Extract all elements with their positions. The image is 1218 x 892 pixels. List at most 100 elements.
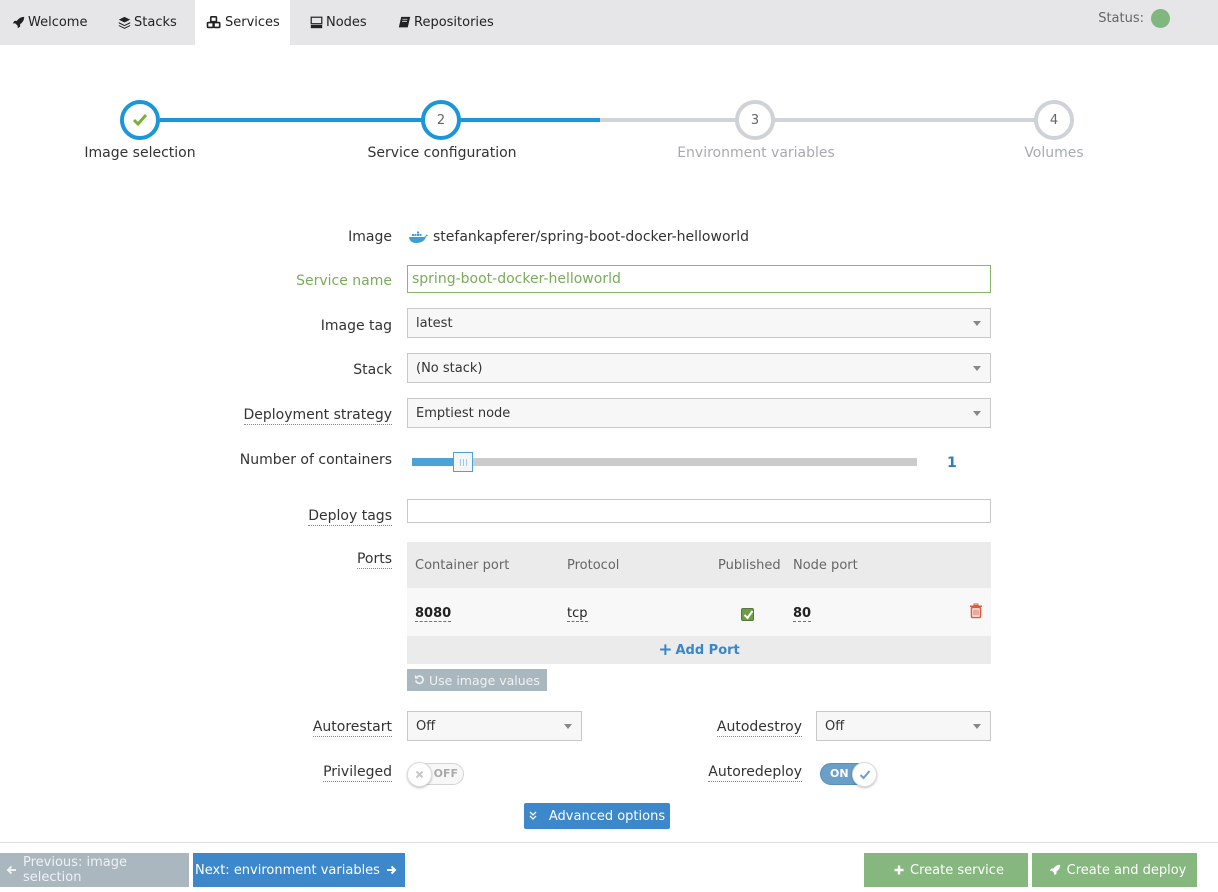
autoredeploy-toggle[interactable]: ON [820, 762, 877, 787]
autodestroy-value: Off [825, 718, 845, 734]
wizard-step-label: Volumes [1024, 145, 1084, 161]
step-number: 2 [436, 112, 446, 128]
check-icon [743, 610, 754, 620]
autodestroy-label: Autodestroy [716, 719, 802, 737]
column-header: Node port [793, 558, 858, 573]
plus-icon [894, 865, 904, 875]
wizard-step-label: Service configuration [367, 145, 517, 161]
toggle-knob [852, 762, 877, 787]
rocket-icon [1049, 864, 1061, 876]
add-port-button[interactable]: + Add Port [407, 636, 991, 664]
service-name-label: Service name [296, 273, 392, 289]
toggle-state: OFF [433, 767, 458, 780]
create-and-deploy-label: Create and deploy [1066, 862, 1187, 878]
image-tag-select[interactable]: latest [407, 308, 991, 338]
autorestart-label: Autorestart [312, 719, 392, 737]
toggle-knob [407, 762, 432, 787]
image-tag-label: Image tag [320, 318, 392, 334]
previous-button[interactable]: Previous: image selection [0, 853, 189, 887]
chevron-down-icon [973, 366, 981, 371]
toggle-state: ON [830, 767, 849, 780]
tab-label: Welcome [28, 15, 88, 30]
ports-label: Ports [356, 551, 392, 569]
deployment-strategy-label: Deployment strategy [243, 407, 392, 425]
deployment-strategy-label-text: Deployment strategy [243, 407, 392, 425]
chevron-down-icon [973, 411, 981, 416]
tab-label: Repositories [414, 15, 494, 30]
wizard-step-1[interactable] [120, 100, 160, 140]
autoredeploy-label-text: Autoredeploy [708, 764, 802, 782]
wizard-step-label: Image selection [84, 145, 196, 161]
containers-slider-handle[interactable] [453, 452, 473, 472]
table-row: 8080 tcp 80 [407, 588, 991, 636]
docker-icon [409, 231, 428, 243]
create-and-deploy-button[interactable]: Create and deploy [1032, 853, 1197, 887]
stack-value: (No stack) [416, 360, 483, 376]
double-chevron-down-icon [529, 810, 537, 823]
chevron-down-icon [564, 724, 572, 729]
deploy-tags-label-text: Deploy tags [308, 508, 392, 526]
use-image-values-button[interactable]: Use image values [407, 669, 547, 691]
stack-label: Stack [353, 362, 392, 378]
status-label: Status: [1098, 11, 1144, 26]
wizard-remaining-line [600, 118, 1035, 122]
use-image-values-label: Use image values [429, 672, 540, 688]
wizard-step-3: 3 [735, 100, 775, 140]
tab-services[interactable]: Services [195, 0, 290, 45]
undo-icon [414, 673, 425, 688]
advanced-options-button[interactable]: Advanced options [524, 803, 670, 829]
deployment-strategy-select[interactable]: Emptiest node [407, 398, 991, 428]
autorestart-value: Off [416, 718, 436, 734]
published-checkbox[interactable] [741, 608, 754, 621]
protocol-value[interactable]: tcp [567, 606, 588, 622]
image-name: stefankapferer/spring-boot-docker-hellow… [433, 229, 750, 245]
check-icon [132, 114, 148, 127]
container-port-value[interactable]: 8080 [415, 606, 452, 622]
ports-table: Container port Protocol Published Node p… [407, 542, 991, 664]
autodestroy-label-text: Autodestroy [716, 719, 802, 737]
arrow-right-icon [386, 865, 397, 875]
status-indicator: Status: [1098, 9, 1170, 28]
autorestart-select[interactable]: Off [407, 711, 582, 741]
wizard-step-2: 2 [421, 100, 461, 140]
service-name-value: spring-boot-docker-helloworld [412, 271, 621, 287]
tab-stacks[interactable]: Stacks [106, 0, 188, 45]
check-icon [859, 769, 870, 779]
containers-value: 1 [947, 455, 957, 471]
wizard-step-4: 4 [1034, 100, 1074, 140]
image-value: stefankapferer/spring-boot-docker-hellow… [408, 229, 749, 245]
ports-label-text: Ports [356, 551, 392, 569]
create-service-label: Create service [910, 862, 1004, 878]
containers-label: Number of containers [239, 452, 392, 468]
chevron-down-icon [973, 321, 981, 326]
deploy-tags-input[interactable] [407, 499, 991, 523]
trash-icon[interactable] [969, 603, 983, 623]
stack-icon [117, 16, 131, 30]
tab-nodes[interactable]: Nodes [298, 0, 378, 45]
top-nav: Welcome Stacks Services Nodes Repositori… [0, 0, 1218, 45]
node-port-value[interactable]: 80 [793, 606, 812, 622]
create-service-button[interactable]: Create service [864, 853, 1028, 887]
cubes-icon [206, 16, 222, 30]
advanced-options-label: Advanced options [548, 808, 666, 824]
column-header: Protocol [567, 558, 620, 573]
privileged-toggle[interactable]: OFF [407, 762, 464, 787]
step-number: 3 [750, 112, 760, 128]
footer-divider [0, 842, 1218, 843]
autorestart-label-text: Autorestart [312, 719, 392, 737]
next-button[interactable]: Next: environment variables [193, 853, 405, 887]
add-port-label: Add Port [675, 642, 740, 658]
stack-select[interactable]: (No stack) [407, 353, 991, 383]
tab-welcome[interactable]: Welcome [0, 0, 98, 45]
tab-repositories[interactable]: Repositories [386, 0, 505, 45]
service-name-input[interactable]: spring-boot-docker-helloworld [407, 265, 991, 293]
containers-slider-track[interactable] [412, 458, 917, 466]
autodestroy-select[interactable]: Off [816, 711, 991, 741]
step-number: 4 [1049, 112, 1059, 128]
autoredeploy-label: Autoredeploy [708, 764, 802, 782]
book-icon [397, 16, 411, 30]
tab-label: Services [225, 15, 280, 30]
deploy-tags-label: Deploy tags [308, 508, 392, 526]
plus-icon: + [658, 639, 673, 660]
privileged-label: Privileged [323, 764, 392, 782]
